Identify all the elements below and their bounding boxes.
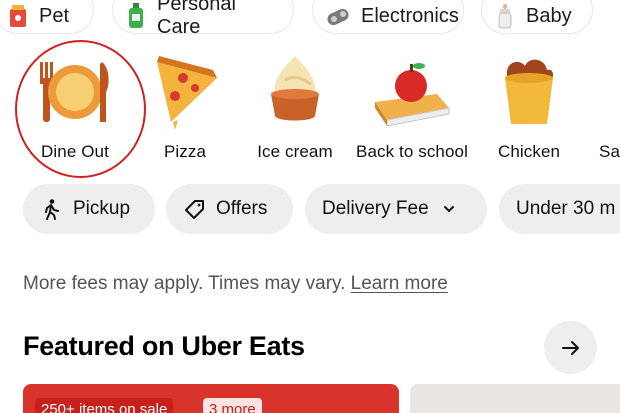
top-category-chips: Pet Personal Care Electronics Baby bbox=[0, 0, 620, 38]
featured-card-sale[interactable]: 250+ items on sale 3 more bbox=[23, 384, 399, 413]
see-all-arrow-button[interactable] bbox=[544, 321, 597, 374]
fee-note-text: More fees may apply. Times may vary. bbox=[23, 273, 346, 294]
filter-label: Delivery Fee bbox=[322, 198, 429, 219]
pet-food-icon bbox=[10, 5, 26, 27]
baby-bottle-icon bbox=[498, 4, 512, 29]
filter-offers[interactable]: Offers bbox=[166, 184, 293, 234]
arrow-right-icon bbox=[561, 340, 579, 355]
filter-label: Pickup bbox=[73, 198, 131, 219]
selected-highlight-circle bbox=[15, 40, 146, 178]
filter-pickup[interactable]: Pickup bbox=[23, 184, 155, 234]
chip-personal-care[interactable]: Personal Care bbox=[112, 0, 294, 38]
sale-badge: 250+ items on sale bbox=[35, 398, 174, 413]
category-partial[interactable]: Sa bbox=[560, 50, 620, 165]
partial-category-icon bbox=[602, 50, 620, 130]
ice-cream-icon bbox=[271, 56, 319, 121]
chip-pet[interactable]: Pet bbox=[0, 0, 94, 34]
filter-delivery-fee[interactable]: Delivery Fee bbox=[305, 184, 487, 234]
learn-more-link[interactable]: Learn more bbox=[351, 273, 448, 294]
chip-label: Pet bbox=[39, 4, 70, 27]
chip-label: Electronics bbox=[361, 4, 459, 27]
chip-baby[interactable]: Baby bbox=[481, 0, 593, 34]
tag-icon bbox=[185, 200, 204, 219]
chevron-down-icon bbox=[443, 206, 454, 213]
chip-label: Baby bbox=[526, 4, 572, 27]
walking-person-icon bbox=[45, 199, 59, 220]
chip-label: Personal Care bbox=[157, 0, 236, 38]
electronics-icon bbox=[327, 8, 349, 26]
chip-electronics[interactable]: Electronics bbox=[312, 0, 464, 34]
featured-card-secondary[interactable] bbox=[410, 384, 620, 413]
pizza-slice-icon bbox=[157, 56, 217, 130]
filter-label: Offers bbox=[216, 198, 268, 219]
category-label: Sa bbox=[599, 142, 620, 161]
fee-note: More fees may apply. Times may vary. Lea… bbox=[23, 273, 448, 295]
filter-under-30-min[interactable]: Under 30 m bbox=[499, 184, 620, 234]
more-badge: 3 more bbox=[203, 398, 262, 413]
apple-book-icon bbox=[375, 63, 450, 127]
personal-care-bottle-icon bbox=[129, 3, 143, 28]
section-title: Featured on Uber Eats bbox=[23, 331, 305, 361]
chicken-bucket-icon bbox=[505, 59, 554, 124]
filter-label: Under 30 m bbox=[516, 198, 616, 219]
